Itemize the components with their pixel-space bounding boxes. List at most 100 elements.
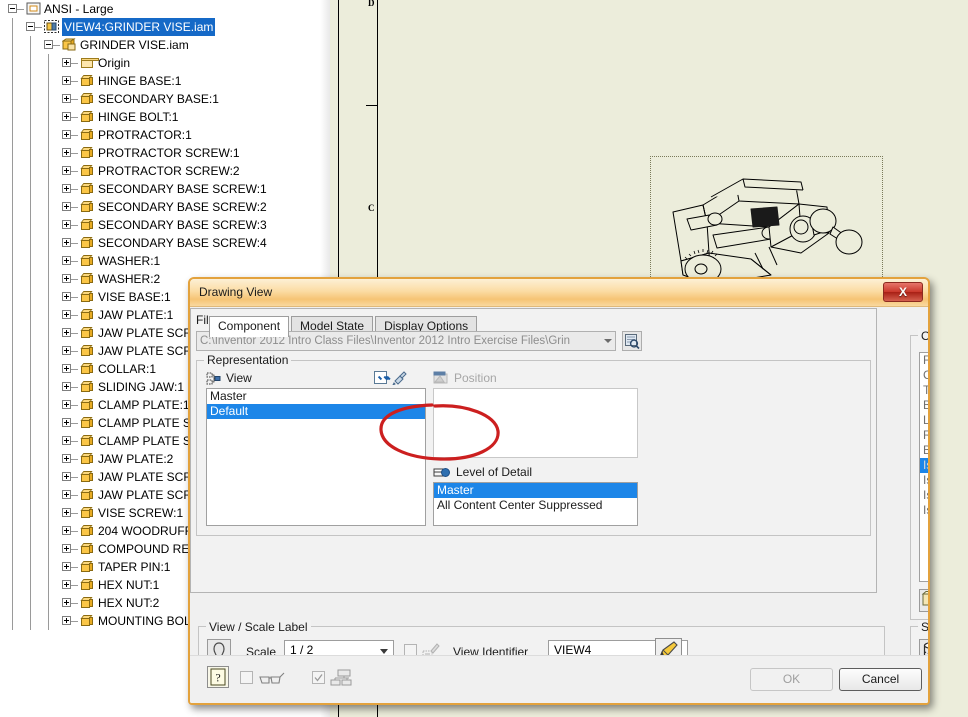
expand-icon[interactable] [62, 238, 71, 247]
tree-item-secondary-base-screw-1[interactable]: SECONDARY BASE SCREW:1 [0, 180, 330, 198]
expand-icon[interactable] [62, 526, 71, 535]
expand-icon[interactable] [62, 436, 71, 445]
tree-connector [12, 450, 13, 468]
expand-icon[interactable] [62, 166, 71, 175]
tree-connector [12, 180, 13, 198]
expand-icon[interactable] [62, 184, 71, 193]
part-icon [80, 560, 95, 574]
tree-connector [71, 117, 78, 118]
expand-icon[interactable] [62, 292, 71, 301]
expand-icon[interactable] [62, 220, 71, 229]
tree-item-secondary-base-screw-4[interactable]: SECONDARY BASE SCREW:4 [0, 234, 330, 252]
tree-connector [71, 405, 78, 406]
tree-item-hinge-bolt-1[interactable]: HINGE BOLT:1 [0, 108, 330, 126]
expand-icon[interactable] [62, 130, 71, 139]
help-button[interactable]: ? [207, 666, 229, 688]
assembly-icon [61, 38, 77, 52]
tree-item-label: HEX NUT:1 [98, 578, 160, 592]
tree-item-view4-grinder-vise-iam[interactable]: VIEW4:GRINDER VISE.iam [0, 18, 330, 36]
cancel-button[interactable]: Cancel [839, 668, 922, 691]
expand-icon[interactable] [62, 310, 71, 319]
expand-icon[interactable] [62, 328, 71, 337]
browse-file-button[interactable] [622, 331, 642, 351]
tree-connector [30, 558, 31, 576]
list-item[interactable]: Master [434, 483, 637, 498]
tree-connector [48, 540, 49, 558]
tree-connector [12, 90, 13, 108]
expand-icon[interactable] [62, 346, 71, 355]
expand-icon[interactable] [62, 76, 71, 85]
list-item[interactable]: Current [920, 368, 928, 383]
collapse-icon[interactable] [26, 22, 35, 31]
position-representation-list[interactable] [433, 388, 638, 458]
view-representation-list[interactable]: Master Default [206, 388, 426, 526]
expand-icon[interactable] [62, 364, 71, 373]
expand-icon[interactable] [62, 454, 71, 463]
chevron-down-icon[interactable] [604, 339, 612, 343]
close-icon[interactable]: X [883, 282, 923, 302]
expand-icon[interactable] [62, 598, 71, 607]
collapse-icon[interactable] [8, 4, 17, 13]
tree-item-secondary-base-screw-2[interactable]: SECONDARY BASE SCREW:2 [0, 198, 330, 216]
expand-icon[interactable] [62, 94, 71, 103]
expand-icon[interactable] [62, 148, 71, 157]
expand-icon[interactable] [62, 58, 71, 67]
tree-item-protractor-screw-2[interactable]: PROTRACTOR SCREW:2 [0, 162, 330, 180]
chevron-down-icon[interactable] [380, 649, 388, 654]
orientation-list[interactable]: FrontCurrentTopBottomLeftRightBackIso To… [919, 352, 928, 582]
expand-icon[interactable] [62, 580, 71, 589]
tree-connector [12, 270, 13, 288]
expand-icon[interactable] [62, 472, 71, 481]
tree-item-origin[interactable]: Origin [0, 54, 330, 72]
change-view-orientation-button[interactable] [919, 589, 928, 612]
expand-icon[interactable] [62, 202, 71, 211]
list-item[interactable]: Right [920, 428, 928, 443]
expand-icon[interactable] [62, 382, 71, 391]
part-icon [80, 326, 95, 340]
collapse-icon[interactable] [44, 40, 53, 49]
expand-icon[interactable] [62, 616, 71, 625]
expand-icon[interactable] [62, 418, 71, 427]
list-item[interactable]: Iso Top Left [920, 473, 928, 488]
expand-icon[interactable] [62, 256, 71, 265]
expand-icon[interactable] [62, 400, 71, 409]
list-item[interactable]: All Content Center Suppressed [434, 498, 637, 513]
tree-item-protractor-1[interactable]: PROTRACTOR:1 [0, 126, 330, 144]
expand-icon[interactable] [62, 544, 71, 553]
list-item[interactable]: Front [920, 353, 928, 368]
list-item[interactable]: Left [920, 413, 928, 428]
tree-item-washer-1[interactable]: WASHER:1 [0, 252, 330, 270]
tree-item-secondary-base-screw-3[interactable]: SECONDARY BASE SCREW:3 [0, 216, 330, 234]
list-item[interactable]: Iso Top Right [920, 458, 928, 473]
list-item[interactable]: Top [920, 383, 928, 398]
list-item[interactable]: Bottom [920, 398, 928, 413]
ok-button[interactable]: OK [750, 668, 833, 691]
tree-item-grinder-vise-iam[interactable]: GRINDER VISE.iam [0, 36, 330, 54]
expand-icon[interactable] [62, 508, 71, 517]
tree-connector [12, 432, 13, 450]
drawing-view-dialog[interactable]: Drawing View X Component Model State Dis… [188, 277, 930, 705]
list-item[interactable]: Master [207, 389, 425, 404]
dialog-titlebar[interactable]: Drawing View X [190, 279, 928, 307]
tree-item-secondary-base-1[interactable]: SECONDARY BASE:1 [0, 90, 330, 108]
list-item[interactable]: Iso Bottom Left [920, 503, 928, 518]
tree-connector [12, 558, 13, 576]
level-of-detail-list[interactable]: Master All Content Center Suppressed [433, 482, 638, 526]
tree-item-ansi-large[interactable]: ANSI - Large [0, 0, 330, 18]
attach-checkbox[interactable] [312, 671, 325, 684]
expand-icon[interactable] [62, 490, 71, 499]
list-item[interactable]: Default [207, 404, 425, 419]
tab-component[interactable]: Component [209, 316, 290, 337]
expand-icon[interactable] [62, 112, 71, 121]
tree-connector [30, 324, 31, 342]
list-item[interactable]: Iso Bottom Right [920, 488, 928, 503]
expand-icon[interactable] [62, 562, 71, 571]
associative-link-icon[interactable] [392, 370, 408, 385]
tree-item-protractor-screw-1[interactable]: PROTRACTOR SCREW:1 [0, 144, 330, 162]
raster-view-checkbox[interactable] [240, 671, 253, 684]
drawing-view-preview[interactable] [650, 156, 883, 289]
associative-checkbox[interactable] [374, 371, 387, 384]
list-item[interactable]: Back [920, 443, 928, 458]
expand-icon[interactable] [62, 274, 71, 283]
tree-item-hinge-base-1[interactable]: HINGE BASE:1 [0, 72, 330, 90]
